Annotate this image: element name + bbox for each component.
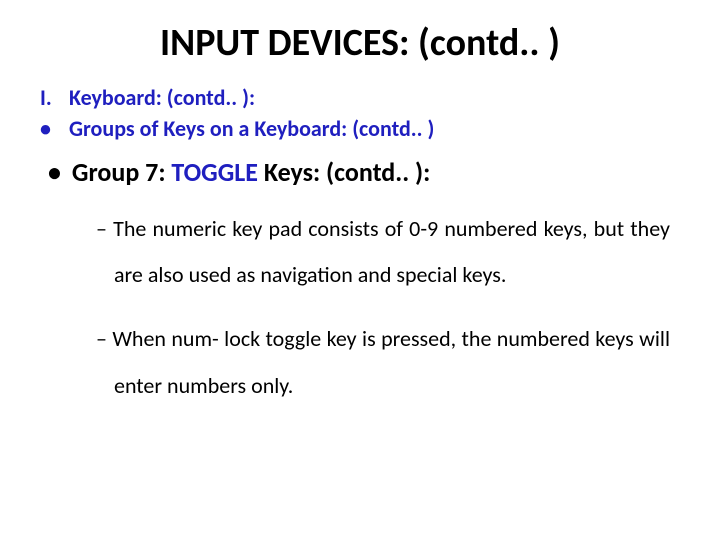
bullet-dot: • <box>40 115 64 142</box>
bullet-dot: • <box>48 156 66 188</box>
group-7-heading: • Group 7: TOGGLE Keys: (contd.. ): <box>40 156 680 188</box>
section-groups-line: • Groups of Keys on a Keyboard: (contd..… <box>40 115 680 142</box>
groups-of-keys-label: Groups of Keys on a Keyboard: (contd.. ) <box>69 115 434 142</box>
group-7-prefix: Group 7: <box>72 156 166 188</box>
group-7-suffix: Keys: (contd.. ): <box>264 156 430 188</box>
slide-title: INPUT DEVICES: (contd.. ) <box>40 20 680 66</box>
sub-bullet-2: – When num- lock toggle key is pressed, … <box>96 316 670 408</box>
section-roman-line: I. Keyboard: (contd.. ): <box>40 84 680 111</box>
sub-bullet-list: – The numeric key pad consists of 0-9 nu… <box>40 206 680 409</box>
keyboard-contd-label: Keyboard: (contd.. ): <box>69 84 255 111</box>
roman-numeral: I. <box>40 84 64 111</box>
sub-bullet-1: – The numeric key pad consists of 0-9 nu… <box>96 206 670 298</box>
toggle-word: TOGGLE <box>171 156 258 188</box>
